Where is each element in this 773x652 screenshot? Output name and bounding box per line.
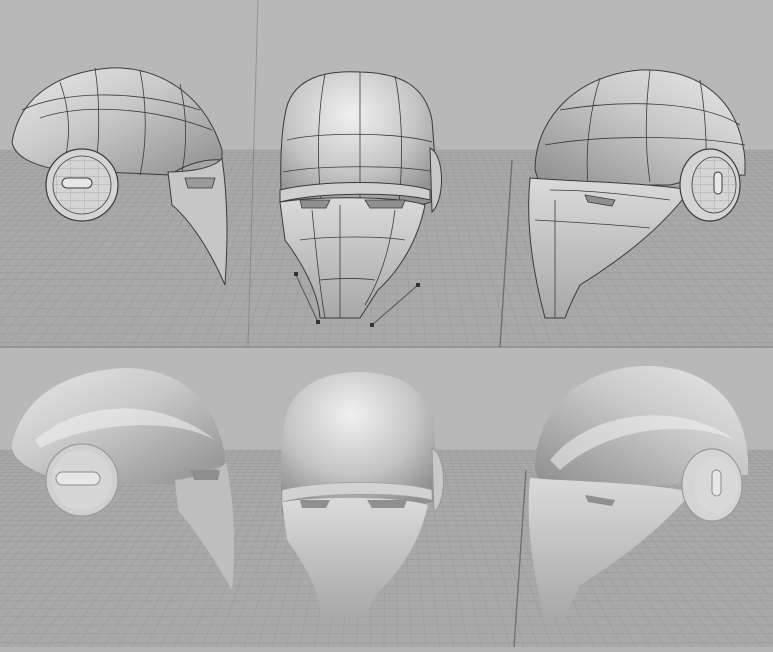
modeling-viewport-grid [0,0,773,648]
scene-canvas [0,0,773,648]
